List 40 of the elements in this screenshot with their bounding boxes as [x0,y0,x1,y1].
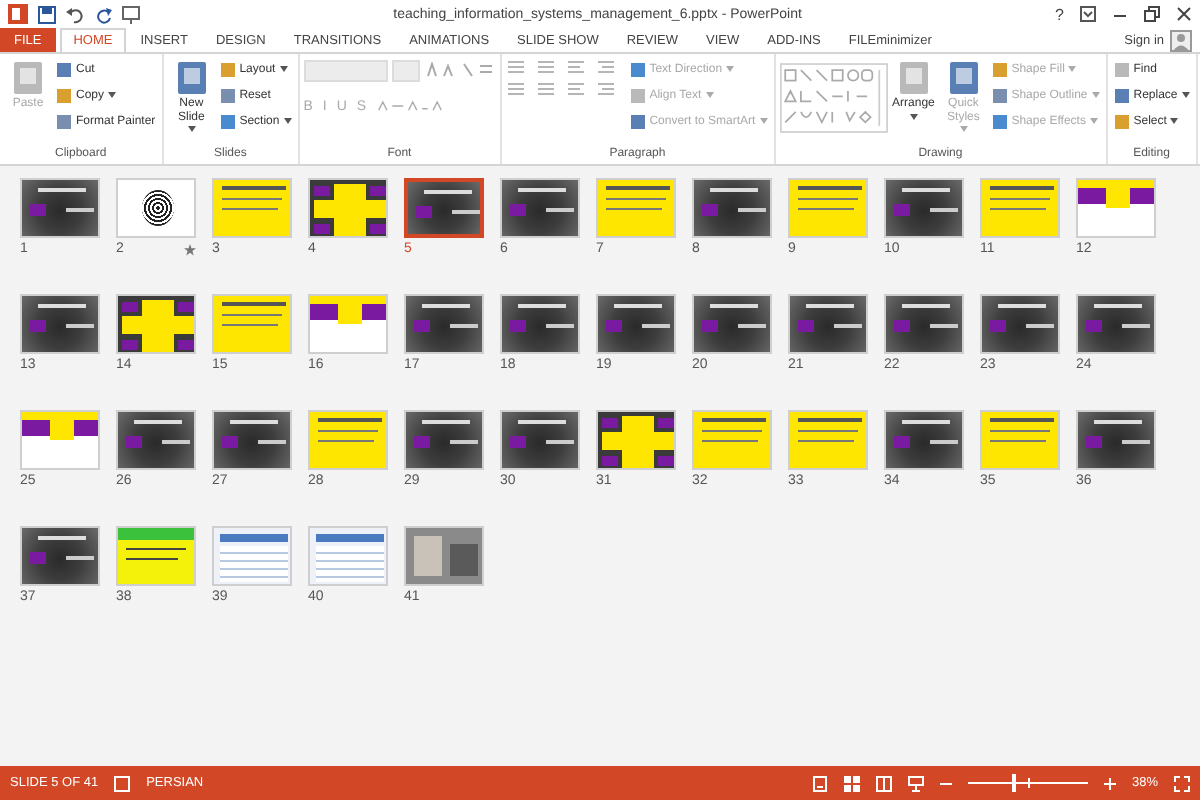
restore-icon[interactable] [1144,6,1160,22]
zoom-slider-handle[interactable] [1011,774,1016,792]
reading-view-icon[interactable] [875,775,892,791]
square-icon [629,61,646,77]
square-icon [1113,87,1130,103]
square-icon [629,113,646,129]
square-icon [219,87,236,103]
square-icon [56,87,72,103]
slide-thumbnail[interactable] [404,178,484,238]
slideshow-icon[interactable] [907,775,924,791]
square-icon [219,113,236,129]
square-icon [12,60,44,96]
square-icon [56,113,72,129]
close-icon[interactable] [1176,6,1192,22]
square-icon [991,87,1008,103]
square-icon [629,87,646,103]
help-button[interactable]: ? [1055,5,1064,23]
square-icon [1113,61,1130,77]
square-icon [56,61,72,77]
ribbon-display-icon[interactable] [1080,6,1096,22]
avatar-icon[interactable] [1170,29,1192,51]
fit-window-icon[interactable] [1174,775,1190,791]
square-icon [991,61,1008,77]
presentation-icon[interactable] [122,5,140,23]
square-icon [897,60,930,96]
normal-view-icon[interactable] [811,775,828,791]
app-logo-icon[interactable] [8,4,28,24]
square-icon [991,113,1008,129]
redo-icon[interactable] [94,5,112,23]
square-icon [175,60,208,96]
font-size-field[interactable] [391,59,420,81]
notes-icon[interactable] [114,775,131,791]
slide-sorter-icon[interactable] [843,775,860,791]
square-icon [947,60,980,96]
zoom-out-icon[interactable] [939,777,952,789]
square-icon [219,61,236,77]
save-icon[interactable] [38,5,56,23]
square-icon [1113,113,1130,129]
undo-icon[interactable] [66,5,84,23]
zoom-in-icon[interactable] [1103,777,1116,789]
